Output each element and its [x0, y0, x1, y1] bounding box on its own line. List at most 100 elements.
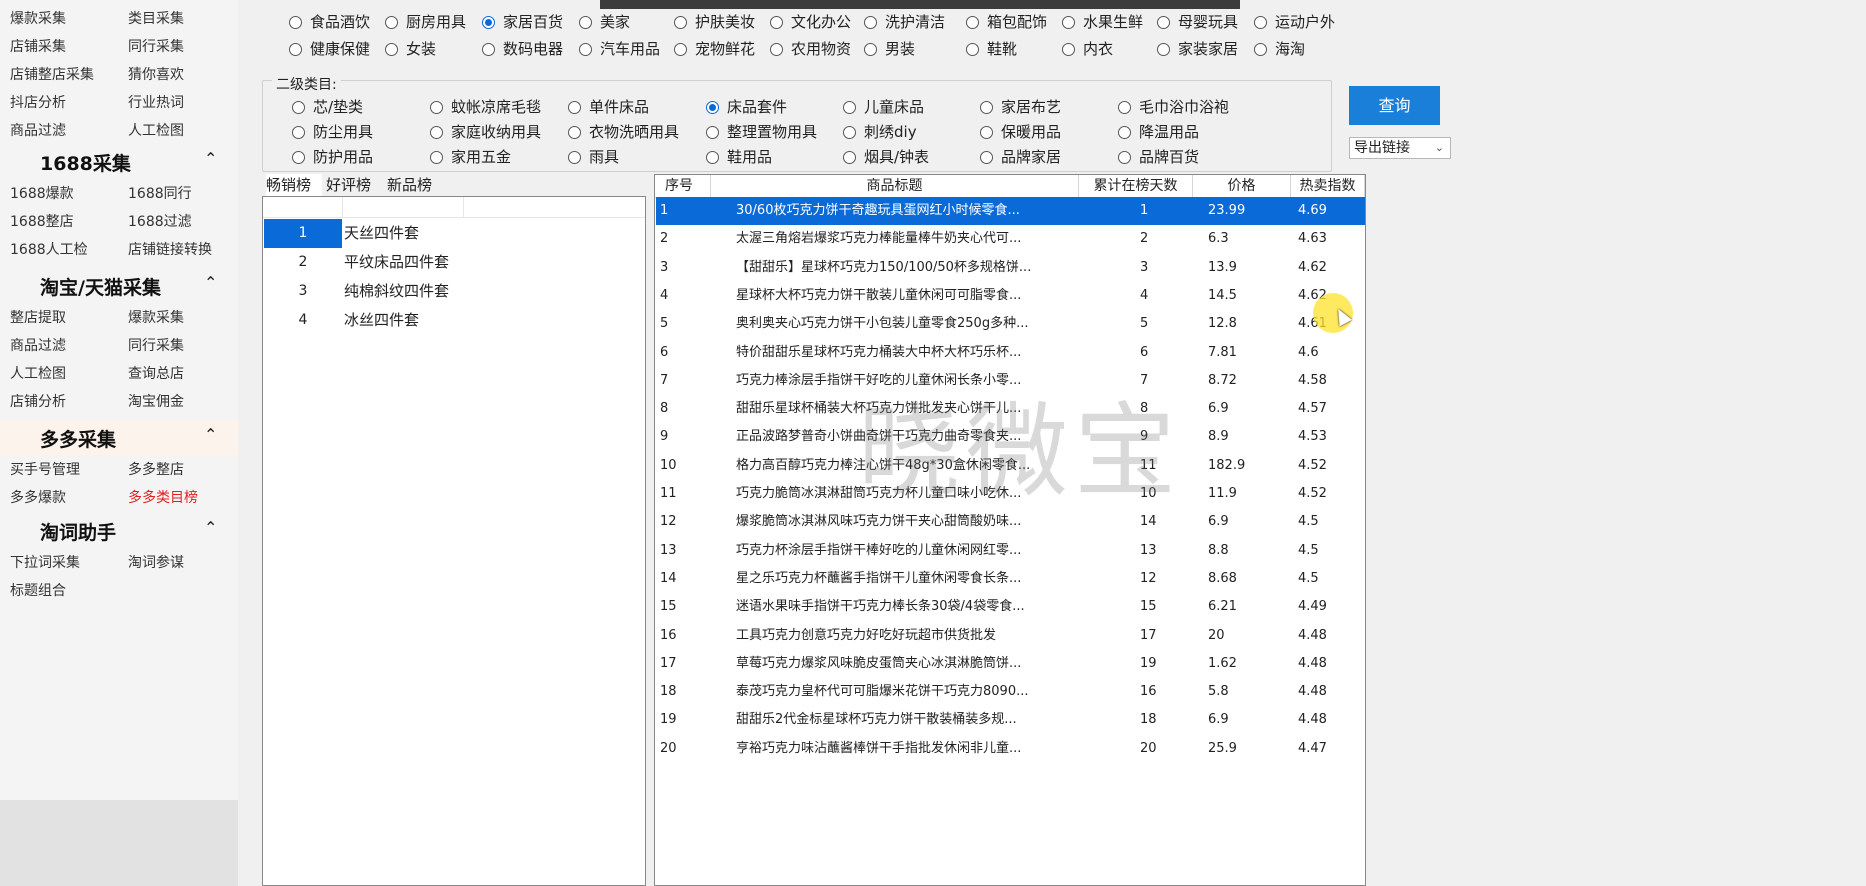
category1-radio[interactable]: 男装	[864, 38, 915, 60]
table-header-cell[interactable]: 累计在榜天数	[1079, 175, 1193, 197]
sidebar-section-header[interactable]: 淘词助手 ⌃	[0, 514, 238, 548]
chevron-up-icon[interactable]: ⌃	[204, 425, 217, 444]
table-header-cell[interactable]: 价格	[1193, 175, 1291, 197]
chevron-up-icon[interactable]: ⌃	[204, 149, 217, 168]
sidebar-link[interactable]: 商品过滤	[10, 120, 66, 140]
category1-radio[interactable]: 女装	[385, 38, 436, 60]
category2-radio[interactable]: 毛巾浴巾浴袍	[1118, 96, 1229, 118]
sidebar-link[interactable]: 类目采集	[128, 8, 184, 28]
category2-radio[interactable]: 蚊帐凉席毛毯	[430, 96, 541, 118]
sidebar-link[interactable]: 1688同行	[128, 183, 192, 203]
table-row[interactable]: 20 亨裕巧克力味沾蘸酱棒饼干手指批发休闲非儿童... 20 25.9 4.47	[656, 735, 1365, 763]
sidebar-link[interactable]: 买手号管理	[10, 459, 80, 479]
sidebar-link[interactable]: 1688过滤	[128, 211, 192, 231]
sidebar-link[interactable]: 下拉词采集	[10, 552, 80, 572]
category2-radio[interactable]: 鞋用品	[706, 146, 772, 168]
category1-radio[interactable]: 内衣	[1062, 38, 1113, 60]
category1-radio[interactable]: 家装家居	[1157, 38, 1238, 60]
export-link-select[interactable]: 导出链接 ⌄	[1349, 137, 1451, 159]
category1-radio[interactable]: 汽车用品	[579, 38, 660, 60]
table-header-cell[interactable]: 热卖指数	[1291, 175, 1365, 197]
category1-radio[interactable]: 护肤美妆	[674, 11, 755, 33]
category2-radio[interactable]: 床品套件	[706, 96, 787, 118]
sidebar-section-header[interactable]: 多多采集 ⌃	[0, 421, 238, 455]
table-row[interactable]: 5 奥利奥夹心巧克力饼干小包装儿童零食250g多种... 5 12.8 4.61	[656, 310, 1365, 338]
category2-radio[interactable]: 保暖用品	[980, 121, 1061, 143]
category1-radio[interactable]: 运动户外	[1254, 11, 1335, 33]
category1-radio[interactable]: 农用物资	[770, 38, 851, 60]
table-row[interactable]: 16 工具巧克力创意巧克力好吃好玩超市供货批发 17 20 4.48	[656, 622, 1365, 650]
category2-radio[interactable]: 雨具	[568, 146, 619, 168]
category1-radio[interactable]: 文化办公	[770, 11, 851, 33]
table-row[interactable]: 6 特价甜甜乐星球杯巧克力桶装大中杯大杯巧乐杯... 6 7.81 4.6	[656, 339, 1365, 367]
category1-radio[interactable]: 海淘	[1254, 38, 1305, 60]
category2-radio[interactable]: 芯/垫类	[292, 96, 363, 118]
chevron-up-icon[interactable]: ⌃	[204, 273, 217, 292]
category1-radio[interactable]: 水果生鲜	[1062, 11, 1143, 33]
sidebar-link[interactable]: 抖店分析	[10, 92, 66, 112]
tab-3[interactable]: 新品榜	[387, 174, 443, 196]
category1-radio[interactable]: 美家	[579, 11, 630, 33]
sidebar-link[interactable]: 同行采集	[128, 335, 184, 355]
sidebar-link[interactable]: 店铺分析	[10, 391, 66, 411]
sidebar-link[interactable]: 标题组合	[10, 580, 66, 600]
sidebar-link[interactable]: 店铺整店采集	[10, 64, 94, 84]
sidebar-link[interactable]: 多多类目榜	[128, 487, 198, 507]
tab-1[interactable]: 畅销榜	[266, 174, 322, 196]
category1-radio[interactable]: 健康保健	[289, 38, 370, 60]
table-row[interactable]: 4 星球杯大杯巧克力饼干散装儿童休闲可可脂零食... 4 14.5 4.62	[656, 282, 1365, 310]
category2-radio[interactable]: 家居布艺	[980, 96, 1061, 118]
category1-radio[interactable]: 食品酒饮	[289, 11, 370, 33]
sidebar-link[interactable]: 人工检图	[128, 120, 184, 140]
category2-radio[interactable]: 防尘用具	[292, 121, 373, 143]
table-row[interactable]: 3 【甜甜乐】星球杯巧克力150/100/50杯多规格饼... 3 13.9 4.62	[656, 254, 1365, 282]
sidebar-link[interactable]: 多多爆款	[10, 487, 66, 507]
sidebar-link[interactable]: 整店提取	[10, 307, 66, 327]
table-row[interactable]: 15 迷语水果味手指饼干巧克力棒长条30袋/4袋零食... 15 6.21 4.49	[656, 593, 1365, 621]
sidebar-link[interactable]: 商品过滤	[10, 335, 66, 355]
category2-radio[interactable]: 烟具/钟表	[843, 146, 929, 168]
sidebar-link[interactable]: 猜你喜欢	[128, 64, 184, 84]
category2-radio[interactable]: 单件床品	[568, 96, 649, 118]
sidebar-link[interactable]: 同行采集	[128, 36, 184, 56]
category1-radio[interactable]: 鞋靴	[966, 38, 1017, 60]
sidebar-section-header[interactable]: 1688采集 ⌃	[0, 145, 238, 179]
query-button[interactable]: 查询	[1349, 86, 1440, 125]
sidebar-link[interactable]: 店铺采集	[10, 36, 66, 56]
tab-2[interactable]: 好评榜	[326, 174, 382, 196]
sidebar-link[interactable]: 淘宝佣金	[128, 391, 184, 411]
list-item[interactable]: 1 天丝四件套	[264, 219, 644, 248]
sidebar-link[interactable]: 淘词参谋	[128, 552, 184, 572]
table-row[interactable]: 13 巧克力杯涂层手指饼干棒好吃的儿童休闲网红零... 13 8.8 4.5	[656, 537, 1365, 565]
table-row[interactable]: 17 草莓巧克力爆浆风味脆皮蛋筒夹心冰淇淋脆筒饼... 19 1.62 4.48	[656, 650, 1365, 678]
sidebar-link[interactable]: 1688整店	[10, 211, 74, 231]
category2-radio[interactable]: 整理置物用具	[706, 121, 817, 143]
chevron-up-icon[interactable]: ⌃	[204, 518, 217, 537]
category1-radio[interactable]: 宠物鲜花	[674, 38, 755, 60]
table-header-cell[interactable]: 商品标题	[711, 175, 1079, 197]
table-row[interactable]: 2 太渥三角熔岩爆浆巧克力棒能量棒牛奶夹心代可... 2 6.3 4.63	[656, 225, 1365, 253]
sidebar-link[interactable]: 爆款采集	[10, 8, 66, 28]
category2-radio[interactable]: 降温用品	[1118, 121, 1199, 143]
sidebar-link[interactable]: 查询总店	[128, 363, 184, 383]
list-item[interactable]: 4 冰丝四件套	[264, 306, 644, 335]
table-row[interactable]: 18 泰茂巧克力皇杯代可可脂爆米花饼干巧克力8090... 16 5.8 4.48	[656, 678, 1365, 706]
category1-radio[interactable]: 厨房用具	[385, 11, 466, 33]
category2-radio[interactable]: 防护用品	[292, 146, 373, 168]
category2-radio[interactable]: 品牌百货	[1118, 146, 1199, 168]
sidebar-link[interactable]: 店铺链接转换	[128, 239, 212, 259]
category2-radio[interactable]: 家庭收纳用具	[430, 121, 541, 143]
sidebar-link[interactable]: 1688爆款	[10, 183, 74, 203]
table-row[interactable]: 19 甜甜乐2代金标星球杯巧克力饼干散装桶装多规... 18 6.9 4.48	[656, 706, 1365, 734]
sidebar-link[interactable]: 1688人工检	[10, 239, 88, 259]
list-item[interactable]: 3 纯棉斜纹四件套	[264, 277, 644, 306]
category1-radio[interactable]: 母婴玩具	[1157, 11, 1238, 33]
category1-radio[interactable]: 箱包配饰	[966, 11, 1047, 33]
sidebar-link[interactable]: 多多整店	[128, 459, 184, 479]
list-item[interactable]: 2 平纹床品四件套	[264, 248, 644, 277]
category2-radio[interactable]: 衣物洗晒用具	[568, 121, 679, 143]
table-row[interactable]: 1 30/60枚巧克力饼干奇趣玩具蛋网红小时候零食... 1 23.99 4.69	[656, 197, 1365, 225]
category2-radio[interactable]: 儿童床品	[843, 96, 924, 118]
sidebar-link[interactable]: 爆款采集	[128, 307, 184, 327]
category1-radio[interactable]: 洗护清洁	[864, 11, 945, 33]
